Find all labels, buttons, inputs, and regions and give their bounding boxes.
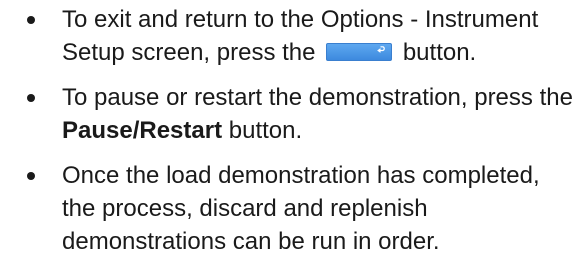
document-page: To exit and return to the Options - Inst… (0, 0, 574, 277)
pause-restart-label: Pause/Restart (62, 117, 223, 144)
item-2-text-after: button. (228, 117, 303, 144)
item-1-text-after: button. (402, 39, 477, 66)
item-3-text: Once the load demonstration has complete… (62, 162, 540, 255)
list-item: To exit and return to the Options - Inst… (0, 3, 574, 69)
bullet-list: To exit and return to the Options - Inst… (0, 3, 574, 258)
bullet-dot (27, 94, 35, 102)
bullet-dot (27, 16, 35, 24)
return-button-image (326, 43, 393, 61)
item-2-text-before: To pause or restart the demonstration, p… (62, 84, 573, 111)
list-item: Once the load demonstration has complete… (0, 159, 574, 258)
return-arrow-icon (377, 46, 385, 53)
list-item: To pause or restart the demonstration, p… (0, 81, 574, 147)
bullet-dot (27, 172, 35, 180)
